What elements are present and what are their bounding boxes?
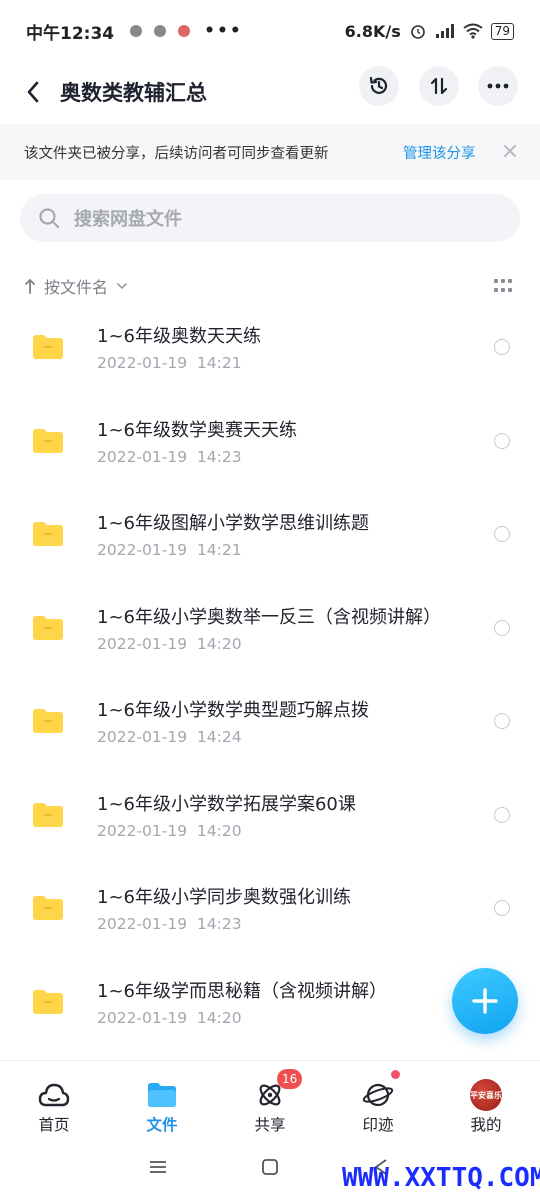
select-checkbox[interactable] [494,432,510,449]
file-name: 1~6年级小学同步奥数强化训练 [97,887,351,908]
notification-icon [154,25,167,37]
folder-icon [148,1083,176,1107]
chevron-down-icon [117,283,127,290]
file-name: 1~6年级小学奥数举一反三（含视频讲解） [97,606,441,628]
back-button[interactable] [18,77,48,107]
sort-bar: 按文件名 [24,270,518,302]
file-date: 2022-01-19 14:21 [97,541,242,559]
search-placeholder: 搜索网盘文件 [74,209,182,230]
share-banner-text: 该文件夹已被分享，后续访问者可同步查看更新 [24,145,329,162]
notification-icon [130,25,143,37]
more-icon [487,83,509,89]
home-icon[interactable] [261,1158,279,1176]
folder-icon [33,802,63,827]
add-button[interactable] [452,968,518,1034]
list-item[interactable]: 1~6年级奥数天天练 2022-01-19 14:21 [0,300,540,394]
file-name: 1~6年级图解小学数学思维训练题 [97,513,369,534]
file-date: 2022-01-19 14:23 [97,915,242,933]
battery-level: 79 [490,22,514,40]
select-checkbox[interactable] [494,713,510,729]
tab-label: 我的 [470,1116,502,1134]
search-icon [39,208,60,229]
list-item[interactable]: 1~6年级小学奥数举一反三（含视频讲解） 2022-01-19 14:20 [0,581,540,675]
folder-icon [33,615,63,640]
search-input[interactable]: 搜索网盘文件 [20,194,520,242]
select-checkbox[interactable] [494,339,510,355]
folder-icon [33,709,63,733]
select-checkbox[interactable] [494,526,510,542]
file-name: 1~6年级小学数学拓展学案60课 [97,793,356,815]
share-banner: 该文件夹已被分享，后续访问者可同步查看更新 管理该分享 [0,124,540,180]
folder-icon [33,896,63,920]
tab-traces[interactable]: 印迹 [324,1061,432,1137]
page-title: 奥数类教辅汇总 [60,81,207,105]
wifi-icon [463,23,483,39]
network-speed: 6.8K/s [344,21,401,41]
signal-icon [435,24,454,38]
file-date: 2022-01-19 14:20 [97,634,242,653]
status-bar: 中午12:34 ••• 6.8K/s 79 [0,0,540,62]
file-date: 2022-01-19 14:24 [97,728,242,746]
file-date: 2022-01-19 14:21 [97,354,242,372]
history-icon [369,76,388,94]
folder-icon [33,522,63,546]
folder-icon [33,335,63,359]
file-name: 1~6年级学而思秘籍（含视频讲解） [97,980,387,1002]
list-item[interactable]: 1~6年级数学奥赛天天练 2022-01-19 14:23 [0,394,540,488]
planet-icon [362,1083,394,1107]
sort-button[interactable]: 按文件名 [24,274,128,298]
manage-share-link[interactable]: 管理该分享 [403,142,476,163]
list-item[interactable]: 1~6年级小学数学拓展学案60课 2022-01-19 14:20 [0,768,540,862]
status-more: ••• [204,21,243,41]
transfer-button[interactable] [419,66,459,106]
file-date: 2022-01-19 14:20 [97,1008,242,1027]
tab-me[interactable]: 平安喜乐 我的 [432,1061,540,1137]
cloud-icon [38,1083,70,1107]
sort-label: 按文件名 [44,278,109,297]
file-date: 2022-01-19 14:20 [97,821,242,840]
list-item[interactable]: 1~6年级图解小学数学思维训练题 2022-01-19 14:21 [0,487,540,581]
page-header: 奥数类教辅汇总 [0,62,540,122]
plus-icon [472,988,498,1014]
select-checkbox[interactable] [494,900,510,916]
select-checkbox[interactable] [494,619,510,636]
history-button[interactable] [359,66,399,106]
file-name: 1~6年级小学数学典型题巧解点拨 [97,700,369,721]
watermark: WWW.XXTTQ.COM [342,1163,540,1193]
list-item[interactable]: 1~6年级小学数学典型题巧解点拨 2022-01-19 14:24 [0,674,540,768]
file-list: 1~6年级奥数天天练 2022-01-19 14:21 1~6年级数学奥赛天天练… [0,300,540,1048]
tab-share[interactable]: 共享 16 [216,1061,324,1137]
file-name: 1~6年级数学奥赛天天练 [97,419,297,441]
notification-badge: 16 [277,1069,303,1089]
grid-view-icon[interactable] [494,279,512,293]
tab-label: 文件 [146,1116,178,1134]
notification-icons [130,25,191,37]
avatar: 平安喜乐 [470,1079,502,1111]
tab-files[interactable]: 文件 [108,1061,216,1137]
chevron-left-icon [27,81,39,103]
file-name: 1~6年级奥数天天练 [97,326,261,347]
more-button[interactable] [478,66,518,106]
tab-label: 印迹 [362,1116,394,1134]
transfer-icon [430,77,448,95]
status-time: 中午12:34 [26,23,115,44]
folder-icon [33,989,63,1014]
folder-icon [33,428,63,453]
close-icon[interactable] [501,142,519,160]
list-item[interactable]: 1~6年级小学同步奥数强化训练 2022-01-19 14:23 [0,861,540,955]
select-checkbox[interactable] [494,806,510,823]
file-date: 2022-01-19 14:23 [97,447,242,466]
arrow-up-icon [25,279,35,294]
alarm-icon [410,25,425,39]
tab-label: 首页 [38,1116,70,1134]
bottom-nav: 首页 文件 共享 16 印迹 平安喜乐 我的 [0,1060,540,1136]
notification-dot [391,1070,400,1079]
notification-icon [178,25,191,37]
tab-label: 共享 [254,1116,286,1134]
menu-icon[interactable] [149,1160,167,1174]
tab-home[interactable]: 首页 [0,1061,108,1137]
